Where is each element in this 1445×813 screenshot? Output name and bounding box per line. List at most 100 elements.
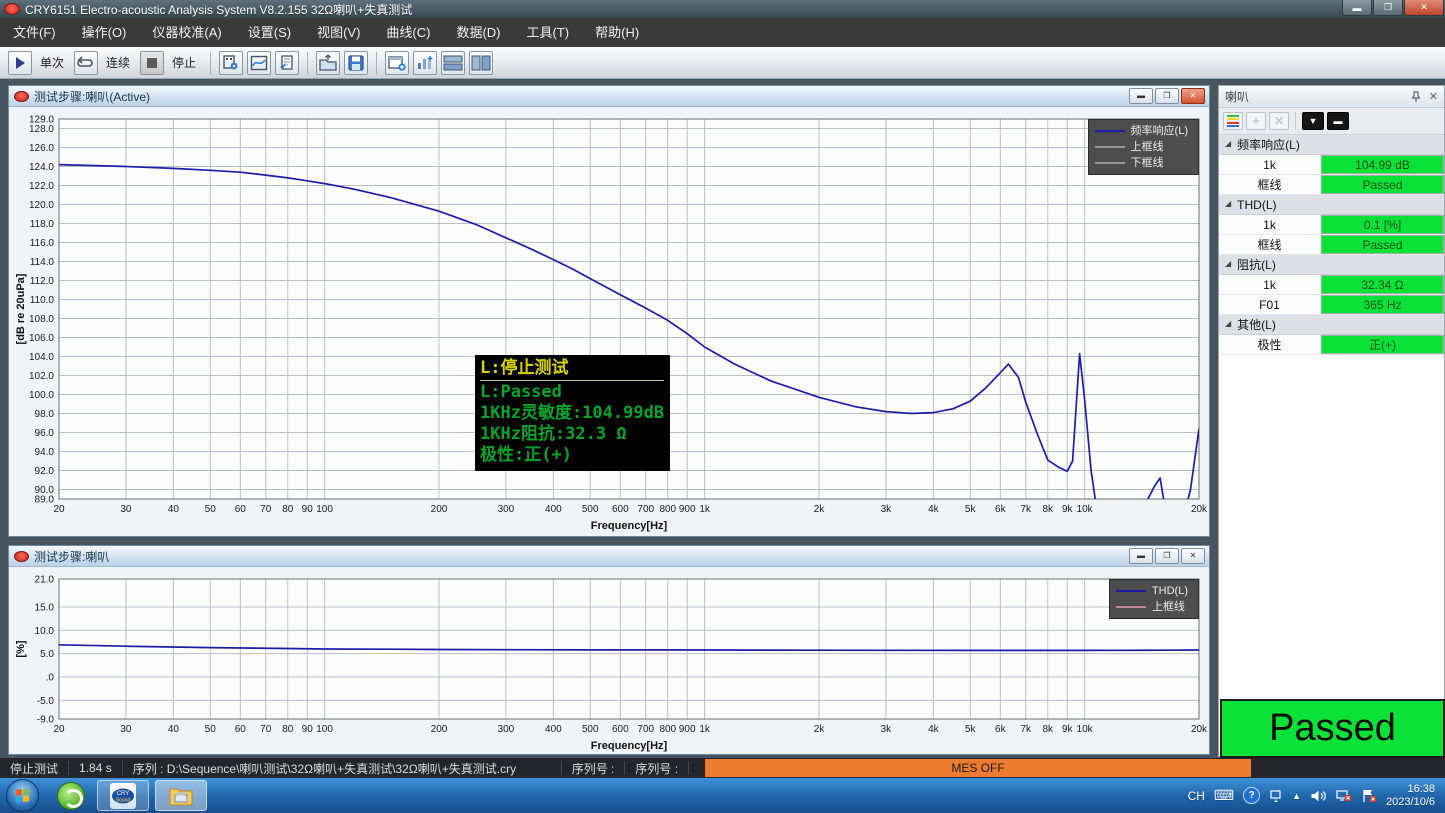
x-tick-label: 2k <box>814 724 826 735</box>
section-thd[interactable]: ◢ THD(L) <box>1219 195 1444 215</box>
thd-window-titlebar[interactable]: 测试步骤:喇叭 ▬ ❒ ✕ <box>9 546 1209 567</box>
panel-close-icon[interactable]: ✕ <box>1429 90 1438 103</box>
save-button[interactable] <box>344 51 368 75</box>
ime-help-icon[interactable]: ? <box>1243 787 1260 804</box>
section-impedance[interactable]: ◢ 阻抗(L) <box>1219 255 1444 275</box>
menu-bar: 文件(F) 操作(O) 仪器校准(A) 设置(S) 视图(V) 曲线(C) 数据… <box>0 18 1445 47</box>
section-other[interactable]: ◢ 其他(L) <box>1219 315 1444 335</box>
delete-result-button[interactable]: ✕ <box>1269 112 1289 130</box>
taskbar-clock[interactable]: 16:38 2023/10/6 <box>1386 783 1435 809</box>
menu-settings[interactable]: 设置(S) <box>235 18 304 47</box>
menu-operation[interactable]: 操作(O) <box>69 18 140 47</box>
x-tick-label: 100 <box>316 724 333 735</box>
fr-chart-area[interactable]: 2030405060708090100200300400500600700800… <box>9 107 1209 535</box>
chart-legend: THD(L)上框线 <box>1109 579 1199 619</box>
menu-view[interactable]: 视图(V) <box>304 18 373 47</box>
clock-time: 16:38 <box>1386 783 1435 796</box>
colored-list-icon <box>1227 115 1239 127</box>
menu-file[interactable]: 文件(F) <box>0 18 69 47</box>
report-button[interactable] <box>275 51 299 75</box>
y-tick-label: 124.0 <box>29 162 54 173</box>
thd-minimize-button[interactable]: ▬ <box>1129 548 1153 564</box>
minimize-button[interactable]: ▬ <box>1342 0 1372 16</box>
open-folder-icon <box>318 54 338 72</box>
menu-calibration[interactable]: 仪器校准(A) <box>139 18 234 47</box>
section-frequency-response[interactable]: ◢ 频率响应(L) <box>1219 135 1444 155</box>
window-logo-icon <box>14 91 29 102</box>
menu-data[interactable]: 数据(D) <box>443 18 513 47</box>
thd-chart-area[interactable]: 2030405060708090100200300400500600700800… <box>9 567 1209 753</box>
y-tick-label: 122.0 <box>29 181 54 192</box>
x-tick-label: 7k <box>1020 724 1032 735</box>
result-row[interactable]: 1k 104.99 dB <box>1219 155 1444 175</box>
taskbar-browser-button[interactable] <box>51 780 91 811</box>
thd-window-title: 测试步骤:喇叭 <box>34 548 109 565</box>
thd-close-button[interactable]: ✕ <box>1181 548 1205 564</box>
x-tick-label: 8k <box>1043 504 1055 515</box>
expand-triangle-icon: ◢ <box>1225 319 1231 328</box>
x-tick-label: 1k <box>699 504 711 515</box>
system-tray: CH ⌨ ? ▲ 16:38 2023/10/6 <box>1188 783 1445 809</box>
layout-vertical-button[interactable] <box>469 51 493 75</box>
keyboard-icon[interactable]: ⌨ <box>1214 787 1234 804</box>
device-status-icon[interactable] <box>1336 789 1352 803</box>
ime-toolbar-icon[interactable] <box>1269 789 1283 803</box>
taskbar-cry-app-button[interactable]: CRYSound <box>97 780 149 811</box>
minimize-rows-button[interactable]: ▬ <box>1327 112 1349 130</box>
stop-label: 停止 <box>172 54 196 71</box>
start-button[interactable] <box>6 779 39 812</box>
fr-window-titlebar[interactable]: 测试步骤:喇叭(Active) ▬ ❒ ✕ <box>9 86 1209 107</box>
maximize-button[interactable]: ❒ <box>1373 0 1403 16</box>
clock-date: 2023/10/6 <box>1386 796 1435 809</box>
fr-close-button[interactable]: ✕ <box>1181 88 1205 104</box>
run-single-button[interactable] <box>8 51 32 75</box>
show-hidden-icons-button[interactable]: ▲ <box>1292 791 1301 801</box>
add-result-button[interactable]: + <box>1246 112 1266 130</box>
curve-editor-button[interactable] <box>247 51 271 75</box>
toolbar-separator <box>307 52 308 74</box>
taskbar-files-button[interactable] <box>155 780 207 811</box>
result-value: 0.1 [%] <box>1321 215 1444 234</box>
pin-icon[interactable] <box>1411 91 1421 103</box>
results-panel-header[interactable]: 喇叭 ✕ <box>1219 86 1444 108</box>
thd-restore-button[interactable]: ❒ <box>1155 548 1179 564</box>
close-button[interactable]: ✕ <box>1404 0 1444 16</box>
x-tick-label: 200 <box>431 504 448 515</box>
input-language-indicator[interactable]: CH <box>1188 789 1205 803</box>
section-header-label: 其他(L) <box>1237 316 1276 333</box>
result-list-button[interactable] <box>1223 112 1243 130</box>
run-continuous-button[interactable] <box>74 51 98 75</box>
legend-label: 上框线 <box>1152 599 1185 615</box>
collapse-all-button[interactable]: ▼ <box>1302 112 1324 130</box>
result-row[interactable]: 框线 Passed <box>1219 175 1444 195</box>
volume-icon[interactable] <box>1310 789 1327 803</box>
add-chart-button[interactable] <box>413 51 437 75</box>
result-label: 1k <box>1219 275 1321 294</box>
menu-help[interactable]: 帮助(H) <box>582 18 652 47</box>
open-sequence-button[interactable] <box>316 51 340 75</box>
fr-restore-button[interactable]: ❒ <box>1155 88 1179 104</box>
status-time: 1.84 s <box>69 761 123 775</box>
result-row[interactable]: 框线 Passed <box>1219 235 1444 255</box>
fr-minimize-button[interactable]: ▬ <box>1129 88 1153 104</box>
y-tick-label: 126.0 <box>29 143 54 154</box>
menu-curve[interactable]: 曲线(C) <box>373 18 443 47</box>
action-center-flag-icon[interactable] <box>1361 789 1377 803</box>
y-tick-label: 89.0 <box>35 495 55 506</box>
menu-tools[interactable]: 工具(T) <box>514 18 583 47</box>
result-row[interactable]: 1k 32.34 Ω <box>1219 275 1444 295</box>
layout-horizontal-button[interactable] <box>441 51 465 75</box>
instrument-config-button[interactable] <box>219 51 243 75</box>
mes-status[interactable]: MES OFF <box>705 759 1251 777</box>
results-panel: 喇叭 ✕ + ✕ ▼ ▬ ◢ 频率响应(L) 1k 104.99 dB 框线 P… <box>1218 85 1445 757</box>
stop-button[interactable] <box>140 51 164 75</box>
result-row[interactable]: F01 365 Hz <box>1219 295 1444 315</box>
result-label: 1k <box>1219 215 1321 234</box>
new-window-button[interactable] <box>385 51 409 75</box>
result-row[interactable]: 极性 正(+) <box>1219 335 1444 355</box>
add-window-icon <box>387 54 407 72</box>
result-row[interactable]: 1k 0.1 [%] <box>1219 215 1444 235</box>
x-tick-label: 6k <box>995 504 1007 515</box>
fr-chart-window: 测试步骤:喇叭(Active) ▬ ❒ ✕ 203040506070809010… <box>8 85 1210 537</box>
window-logo-icon <box>14 551 29 562</box>
